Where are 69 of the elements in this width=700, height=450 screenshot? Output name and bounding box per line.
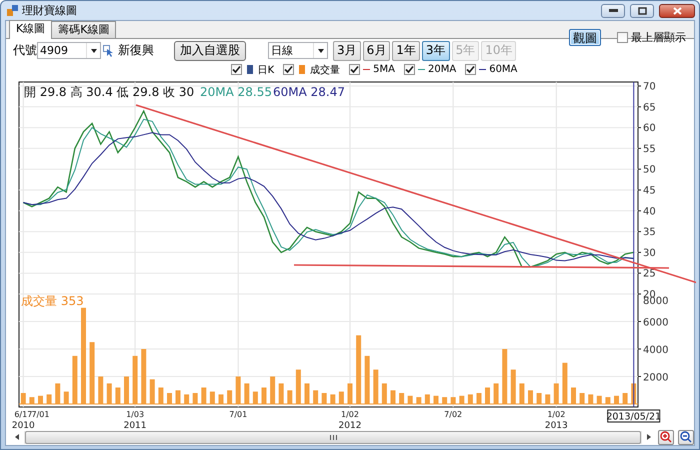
tick-label: 6000 [643,318,668,328]
period-button[interactable]: 3月 [333,40,361,60]
checkbox[interactable] [349,64,360,75]
app-icon [7,5,18,16]
tick-label: 7/02 [444,410,462,419]
period-button[interactable]: 6月 [362,40,390,60]
year-label: 2010 [12,421,35,429]
checkbox[interactable] [404,64,415,75]
zoom-out-button[interactable] [678,430,694,444]
year-label: 2013 [544,421,568,429]
add-watchlist-button[interactable]: 加入自選股 [174,40,246,60]
tick-label: 60 [643,123,656,134]
tick-label: 1/02 [547,410,566,419]
tick-label: 50 [643,164,656,176]
volume-label: 成交量 353 [21,294,84,308]
tick-label: 6/17 [14,410,32,419]
tick-label: 30 [643,248,656,259]
restore-icon [638,6,646,14]
grip-icon [330,434,337,440]
interval-field[interactable]: 日線 [268,42,328,59]
stock-name: 新復興 [118,42,154,59]
legend-label: 5MA [373,64,395,75]
tick-label: 7/01 [32,410,50,419]
period-button[interactable]: 1年 [392,40,420,60]
tick-label: 45 [643,186,656,196]
moving-average-reading: 60MA 28.47 [273,85,345,99]
tick-label: 40 [643,206,656,218]
caret-icon [90,48,96,52]
minimize-icon [608,9,618,12]
tick-label: 1/03 [126,410,144,419]
tick-label: 55 [643,144,656,155]
legend-label: 60MA [489,64,518,75]
field-label: 代號 [13,42,37,59]
tick-label: 65 [643,102,656,114]
checkbox[interactable] [283,64,294,75]
year-label: 2011 [124,421,147,429]
period-button[interactable]: 3年 [422,40,450,60]
view-button[interactable]: 觀圖 [569,29,601,46]
tick-label: 70 [643,82,656,92]
tick-label: 7/01 [229,410,248,419]
close-icon [672,6,682,14]
left-arrow-icon [14,434,19,440]
checkbox[interactable] [230,64,242,75]
legend-label: 成交量 [310,64,340,76]
code-field[interactable]: 4909 [37,42,101,59]
right-arrow-icon [647,434,652,440]
tick-label: 35 [643,227,656,238]
checkbox-label: 最上層顯示 [631,30,686,45]
tab[interactable]: K線圖 [9,20,52,39]
year-label: 2012 [338,421,362,429]
tick-label: 1/02 [341,410,359,419]
tick-label: 2000 [643,372,668,384]
caret-icon [318,48,324,52]
tick-label: 25 [643,268,656,280]
tick-label: 8000 [643,296,668,307]
minimize-button[interactable] [601,4,625,18]
zoom-in-button[interactable] [658,430,674,444]
restore-button[interactable] [630,4,654,18]
legend-label: 20MA [428,64,456,75]
tab[interactable]: 籌碼K線圖 [51,21,116,38]
checkbox[interactable] [465,64,476,75]
price-quote: 開 29.8 高 30.4 低 29.8 收 30 [24,85,194,99]
checkbox[interactable] [617,32,628,43]
window-title: 理財寶線圖 [22,3,77,18]
tick-label: 4000 [643,345,668,356]
arrow-icon[interactable] [103,44,114,56]
close-button[interactable] [659,4,695,18]
moving-average-reading: 20MA 28.55 [200,85,272,99]
legend-label: 日K [258,64,274,76]
